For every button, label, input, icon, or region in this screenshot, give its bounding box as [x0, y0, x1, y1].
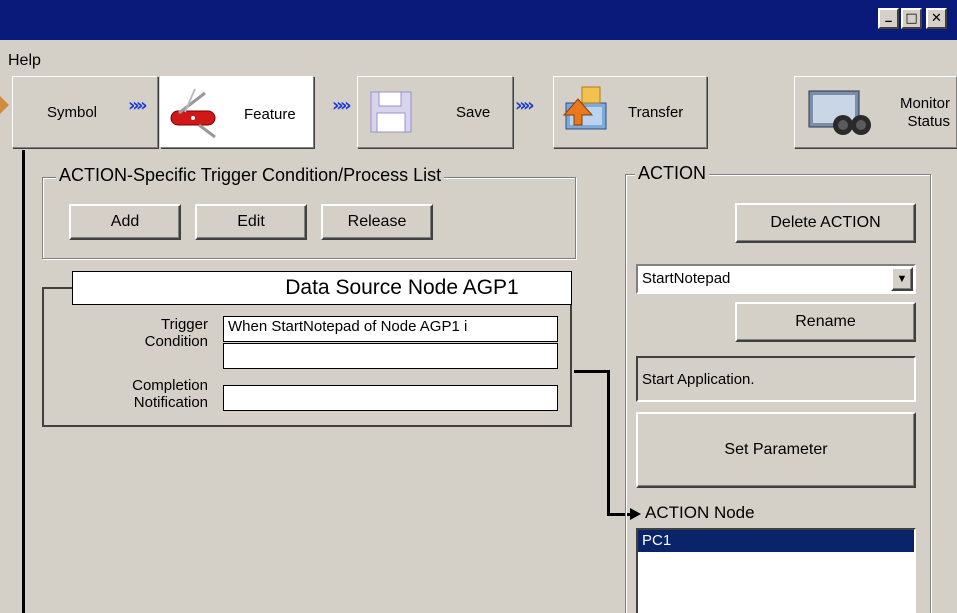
- set-parameter-label: Set Parameter: [724, 441, 828, 458]
- action-node-list[interactable]: PC1: [636, 528, 916, 613]
- step-monitor-label: Monitor Status: [899, 95, 950, 130]
- close-icon: ✕: [931, 11, 942, 26]
- node-title-connector: [42, 287, 72, 289]
- add-button-label: Add: [110, 213, 140, 230]
- action-select-value: StartNotepad: [642, 270, 731, 287]
- step-transfer-label: Transfer: [628, 104, 684, 121]
- chevron-icon: »: [332, 95, 343, 116]
- list-item[interactable]: PC1: [638, 530, 914, 552]
- maximize-icon: □: [905, 11, 918, 26]
- release-button[interactable]: Release: [321, 204, 433, 240]
- connector-line: [574, 370, 610, 373]
- chevron-icon: »: [340, 95, 351, 116]
- trigger-condition-field[interactable]: When StartNotepad of Node AGP1 i: [223, 316, 558, 342]
- floppy-disk-icon: [370, 91, 412, 133]
- chevron-icon: »: [136, 95, 147, 116]
- monitor-binoculars-icon: [808, 90, 871, 135]
- arrow-left-icon: [0, 96, 9, 114]
- title-bar: _ □ ✕: [0, 0, 957, 40]
- edit-button-label: Edit: [237, 213, 265, 230]
- action-description: Start Application.: [636, 356, 916, 402]
- trigger-list-title: ACTION-Specific Trigger Condition/Proces…: [56, 165, 445, 186]
- delete-action-label: Delete ACTION: [770, 214, 881, 231]
- swiss-knife-icon: [170, 88, 216, 139]
- action-group-title: ACTION: [635, 163, 710, 184]
- maximize-button[interactable]: □: [901, 8, 922, 29]
- step-save-label: Save: [456, 104, 491, 121]
- delete-action-button[interactable]: Delete ACTION: [735, 203, 916, 243]
- release-button-label: Release: [347, 213, 407, 230]
- step-feature-label: Feature: [244, 106, 296, 123]
- chevron-down-icon[interactable]: ▼: [891, 267, 913, 291]
- completion-notification-label: Completion Notification: [132, 377, 208, 411]
- trigger-condition-label: Trigger Condition: [144, 316, 208, 350]
- add-button[interactable]: Add: [69, 204, 181, 240]
- minimize-button[interactable]: _: [878, 8, 899, 29]
- completion-notification-field[interactable]: [223, 385, 558, 411]
- connector-line: [607, 370, 610, 516]
- action-node-label: ACTION Node: [645, 503, 755, 522]
- step-symbol-label: Symbol: [47, 104, 98, 121]
- set-parameter-button[interactable]: Set Parameter: [636, 412, 916, 488]
- close-button[interactable]: ✕: [926, 8, 947, 29]
- menu-bar: Help: [0, 40, 957, 74]
- menu-help[interactable]: Help: [8, 52, 41, 70]
- transfer-icon: [562, 86, 607, 130]
- action-select[interactable]: StartNotepad ▼: [636, 264, 916, 294]
- step-transfer[interactable]: Transfer: [553, 76, 707, 148]
- node-title: Data Source Node AGP1: [72, 271, 572, 305]
- trigger-condition-field-2[interactable]: [223, 343, 558, 369]
- chevron-icon: »: [523, 95, 534, 116]
- step-feature[interactable]: Feature: [160, 76, 314, 148]
- rename-label: Rename: [795, 313, 856, 330]
- minimize-icon: _: [885, 8, 892, 23]
- rename-button[interactable]: Rename: [735, 302, 916, 342]
- chevron-icon: »: [128, 95, 139, 116]
- left-divider: [22, 150, 25, 613]
- step-save[interactable]: Save: [357, 76, 513, 148]
- chevron-icon: »: [515, 95, 526, 116]
- edit-button[interactable]: Edit: [195, 204, 307, 240]
- step-monitor-status[interactable]: Monitor Status: [794, 76, 957, 148]
